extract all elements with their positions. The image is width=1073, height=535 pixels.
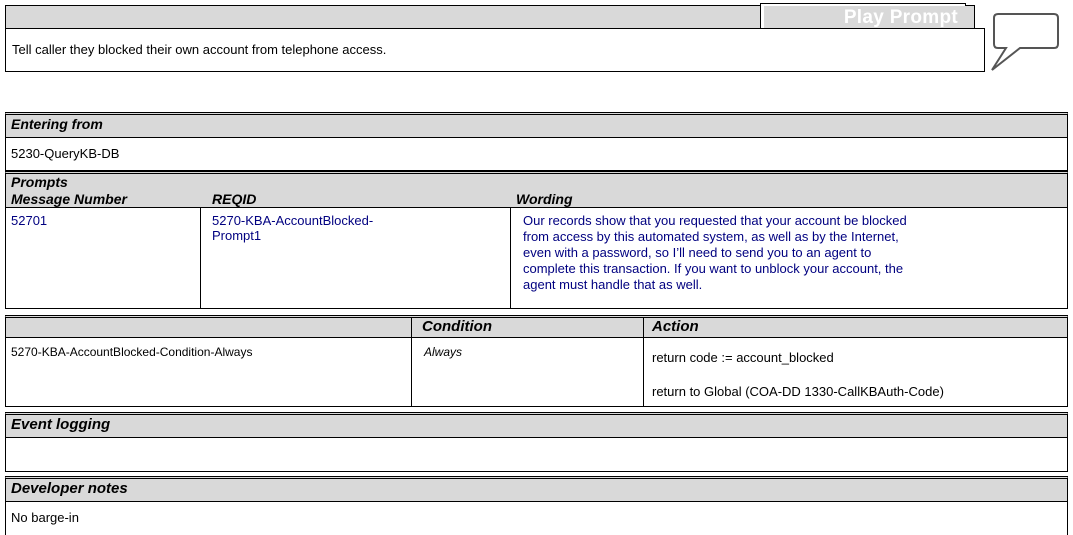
entering-from-value: 5230-QueryKB-DB <box>11 146 120 161</box>
message-number-cell: 52701 <box>11 213 48 228</box>
col-message-number: Message Number <box>11 191 127 207</box>
condition-row-divider-1 <box>411 337 412 407</box>
condition-header-divider-2 <box>643 318 644 337</box>
page-title: Play Prompt <box>843 7 958 28</box>
event-logging-heading: Event logging <box>11 416 111 433</box>
condition-header <box>5 315 1068 337</box>
event-logging-box <box>5 437 1068 472</box>
condition-col-label: Condition <box>422 318 492 335</box>
col-reqid: REQID <box>212 191 257 207</box>
speech-bubble-icon <box>986 8 1066 74</box>
developer-notes-heading: Developer notes <box>11 480 128 497</box>
entering-from-box <box>5 137 1068 171</box>
prompts-heading: Prompts <box>11 174 68 190</box>
prompt-row-divider-2 <box>510 207 511 309</box>
entering-from-heading <box>5 112 1068 137</box>
condition-name-cell: 5270-KBA-AccountBlocked-Condition-Always <box>11 345 253 359</box>
wording-line: from access by this automated system, as… <box>523 229 899 244</box>
wording-line: even with a password, so I’ll need to se… <box>523 245 872 260</box>
action-col-label: Action <box>652 318 699 335</box>
condition-header-divider-1 <box>411 318 412 337</box>
wording-line: agent must handle that as well. <box>523 277 703 292</box>
wording-line: complete this transaction. If you want t… <box>523 261 904 276</box>
wording-line: Our records show that you requested that… <box>523 213 907 228</box>
action-line-1: return code := account_blocked <box>652 350 834 365</box>
reqid-cell-line2: Prompt1 <box>212 228 262 243</box>
event-logging-header <box>5 412 1068 437</box>
condition-value-cell: Always <box>424 345 463 359</box>
action-line-2: return to Global (COA-DD 1330-CallKBAuth… <box>652 384 944 399</box>
developer-notes-value: No barge-in <box>11 510 79 525</box>
col-wording: Wording <box>516 191 573 207</box>
developer-notes-header <box>5 476 1068 501</box>
prompt-row-divider-1 <box>200 207 201 309</box>
reqid-cell-line1: 5270-KBA-AccountBlocked- <box>212 213 374 228</box>
description-text: Tell caller they blocked their own accou… <box>12 42 387 57</box>
developer-notes-box <box>5 501 1068 535</box>
condition-row-divider-2 <box>643 337 644 407</box>
entering-from-label: Entering from <box>11 116 103 132</box>
